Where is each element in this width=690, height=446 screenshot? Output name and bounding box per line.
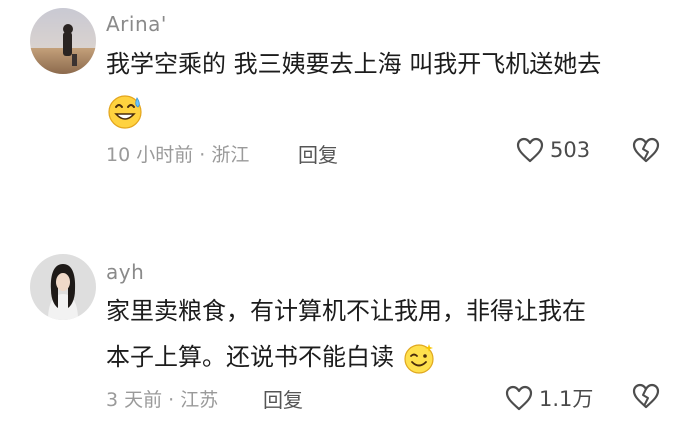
username[interactable]: Arina'	[106, 12, 167, 36]
comment-meta: 10 小时前 · 浙江	[106, 144, 250, 166]
like-count: 1.1万	[539, 387, 594, 411]
like-count: 503	[550, 138, 591, 162]
dislike-button[interactable]	[632, 383, 660, 413]
username[interactable]: ayh	[106, 260, 144, 284]
heart-outline-icon	[505, 385, 533, 411]
dislike-button[interactable]	[632, 137, 660, 167]
like-button[interactable]: 503	[516, 137, 590, 163]
comment-text-line-2: 本子上算。还说书不能白读	[106, 334, 586, 380]
comment-text-line: 我学空乘的 我三姨要去上海 叫我开飞机送她去	[106, 50, 602, 78]
avatar[interactable]	[30, 254, 96, 320]
broken-heart-icon	[632, 383, 660, 409]
comment-text: 家里卖粮食，有计算机不让我用，非得让我在 本子上算。还说书不能白读	[106, 288, 586, 380]
reply-button[interactable]: 回复	[298, 139, 338, 168]
comment-item: ayh 家里卖粮食，有计算机不让我用，非得让我在 本子上算。还说书不能白读 3 …	[0, 250, 690, 446]
comment-text-line: 本子上算。还说书不能白读	[106, 343, 394, 371]
comment-text: 我学空乘的 我三姨要去上海 叫我开飞机送她去	[106, 41, 601, 133]
reply-button[interactable]: 回复	[263, 384, 303, 413]
comment-item: Arina' 我学空乘的 我三姨要去上海 叫我开飞机送她去 10 小时前 · 浙…	[0, 0, 690, 200]
comment-meta: 3 天前 · 江苏	[106, 389, 219, 411]
sweat-smile-emoji	[108, 95, 142, 129]
heart-outline-icon	[516, 137, 544, 163]
cheeky-smile-emoji	[404, 344, 434, 374]
comment-text-line: 家里卖粮食，有计算机不让我用，非得让我在	[106, 297, 586, 325]
comment-emoji-line	[106, 87, 601, 133]
like-button[interactable]: 1.1万	[505, 383, 593, 413]
avatar[interactable]	[30, 8, 96, 74]
broken-heart-icon	[632, 137, 660, 163]
